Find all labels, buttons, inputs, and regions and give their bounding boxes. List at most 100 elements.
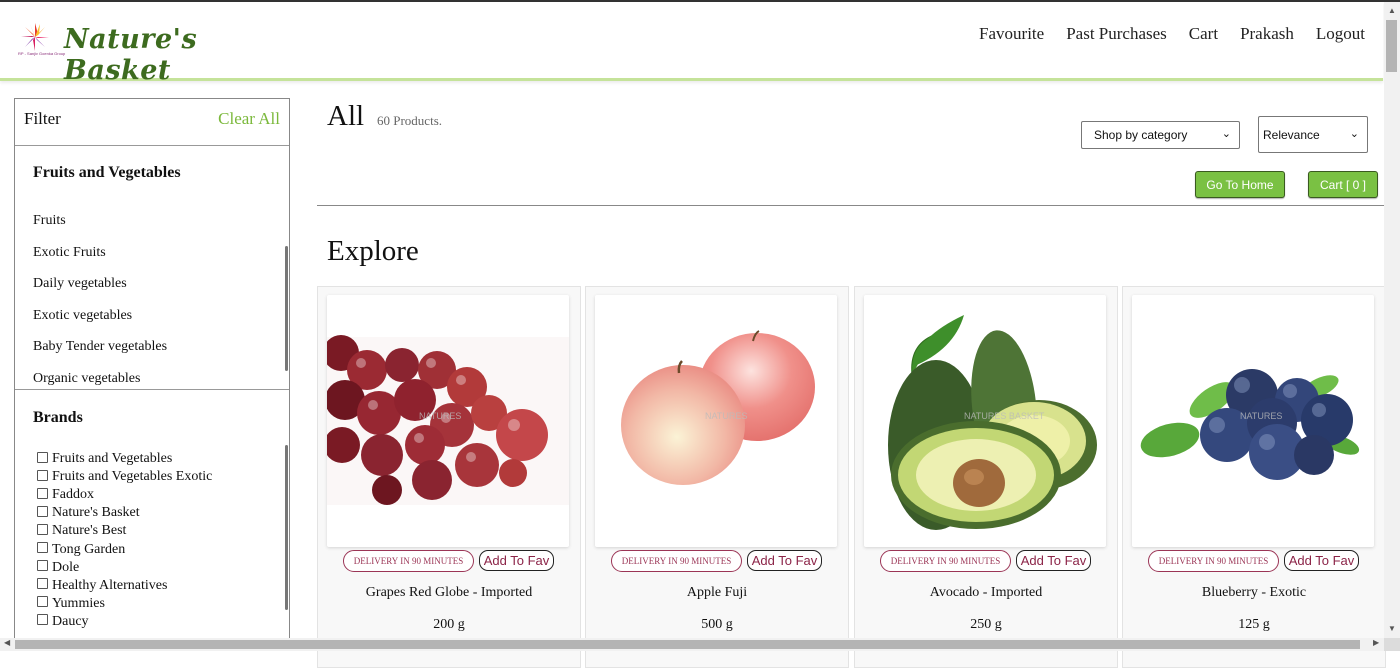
nav-logout[interactable]: Logout — [1316, 24, 1365, 44]
watermark: NATURES — [1240, 411, 1282, 421]
product-name[interactable]: Apple Fuji — [586, 585, 848, 601]
site-header: RP - Sanjiv Goenka Group Nature's Basket… — [0, 2, 1383, 86]
brand-scrollbar[interactable] — [285, 445, 288, 610]
avocado-image: NATURES BASKET — [888, 315, 1097, 530]
brand-checkbox-item[interactable]: Faddox — [37, 486, 212, 504]
checkbox[interactable] — [37, 451, 48, 463]
scroll-left-arrow-icon[interactable]: ◀ — [4, 638, 10, 647]
add-to-fav-button[interactable]: Add To Fav — [479, 550, 554, 571]
category-item-organic-vegetables[interactable]: Organic vegetables — [33, 371, 167, 390]
scroll-down-arrow-icon[interactable]: ▼ — [1388, 624, 1396, 633]
checkbox[interactable] — [37, 523, 48, 535]
checkbox[interactable] — [37, 614, 48, 626]
brand-checkbox-item[interactable]: Yummies — [37, 595, 212, 613]
brand-logo[interactable]: RP - Sanjiv Goenka Group Nature's Basket — [18, 22, 238, 86]
brand-checkbox-item[interactable]: Dole — [37, 559, 212, 577]
product-card[interactable]: NATURES BASKET DELIVERY IN 90 MINUTES Ad… — [854, 286, 1118, 668]
product-name[interactable]: Avocado - Imported — [855, 585, 1117, 601]
checkbox[interactable] — [37, 560, 48, 572]
vertical-scroll-thumb[interactable] — [1386, 20, 1397, 72]
brand-label: Faddox — [52, 487, 94, 503]
product-image[interactable]: NATURES BASKET — [864, 295, 1106, 547]
scroll-right-arrow-icon[interactable]: ▶ — [1373, 638, 1379, 647]
product-card[interactable]: NATURES DELIVERY IN 90 MINUTES Add To Fa… — [317, 286, 581, 668]
product-image[interactable]: NATURES — [1132, 295, 1374, 547]
category-list: Fruits Exotic Fruits Daily vegetables Ex… — [33, 213, 167, 390]
brand-checkbox-item[interactable]: Fruits and Vegetables Exotic — [37, 468, 212, 486]
product-name[interactable]: Blueberry - Exotic — [1123, 585, 1385, 601]
brand-checkbox-item[interactable]: Daucy — [37, 613, 212, 631]
checkbox[interactable] — [37, 487, 48, 499]
category-select[interactable]: Shop by category ⌄ — [1081, 121, 1240, 149]
nav-user-profile[interactable]: Prakash — [1240, 24, 1294, 44]
delivery-badge: DELIVERY IN 90 MINUTES — [611, 550, 742, 572]
category-scrollbar[interactable] — [285, 246, 288, 371]
delivery-badge: DELIVERY IN 90 MINUTES — [343, 550, 474, 572]
filter-sidebar: Filter Clear All Fruits and Vegetables F… — [14, 98, 290, 640]
logo-wordmark: Nature's Basket — [64, 24, 198, 86]
apple-image: NATURES — [621, 330, 815, 485]
checkbox[interactable] — [37, 469, 48, 481]
brand-checkbox-item[interactable]: Healthy Alternatives — [37, 577, 212, 595]
brand-label: Fruits and Vegetables — [52, 451, 173, 467]
add-to-fav-button[interactable]: Add To Fav — [747, 550, 822, 571]
product-image[interactable]: NATURES — [327, 295, 569, 547]
add-to-fav-button[interactable]: Add To Fav — [1016, 550, 1091, 571]
nav-favourite[interactable]: Favourite — [979, 24, 1044, 44]
product-weight: 125 g — [1238, 617, 1270, 632]
brand-checkbox-item[interactable]: Fruits and Vegetables — [37, 450, 212, 468]
category-item-exotic-vegetables[interactable]: Exotic vegetables — [33, 308, 167, 340]
page-title: All — [327, 100, 365, 132]
watermark: NATURES BASKET — [964, 411, 1045, 421]
delivery-badge: DELIVERY IN 90 MINUTES — [880, 550, 1011, 572]
checkbox[interactable] — [37, 542, 48, 554]
brand-label: Daucy — [52, 613, 89, 629]
brand-checkbox-item[interactable]: Nature's Basket — [37, 504, 212, 522]
brand-label: Fruits and Vegetables Exotic — [52, 469, 213, 485]
category-filter-section[interactable]: Fruits and Vegetables Fruits Exotic Frui… — [15, 146, 289, 390]
go-to-home-button[interactable]: Go To Home — [1195, 171, 1285, 198]
product-name[interactable]: Grapes Red Globe - Imported — [318, 585, 580, 601]
checkbox[interactable] — [37, 505, 48, 517]
brand-filter-section[interactable]: Brands Fruits and Vegetables Fruits and … — [15, 390, 289, 636]
top-nav: Favourite Past Purchases Cart Prakash Lo… — [979, 24, 1365, 44]
product-weight: 200 g — [433, 617, 465, 632]
blueberry-image: NATURES — [1140, 369, 1360, 480]
product-image[interactable]: NATURES — [595, 295, 837, 547]
checkbox[interactable] — [37, 578, 48, 590]
brand-label: Yummies — [52, 595, 105, 611]
horizontal-scrollbar[interactable]: ◀ ▶ — [0, 638, 1384, 651]
add-to-fav-button[interactable]: Add To Fav — [1284, 550, 1359, 571]
brand-label: Nature's Basket — [52, 505, 140, 521]
category-item-fruits[interactable]: Fruits — [33, 213, 167, 245]
sort-select[interactable]: Relevance ⌄ — [1258, 116, 1368, 153]
nav-past-purchases[interactable]: Past Purchases — [1066, 24, 1167, 44]
vertical-scrollbar[interactable]: ▲ ▼ — [1384, 2, 1400, 638]
category-item-exotic-fruits[interactable]: Exotic Fruits — [33, 245, 167, 277]
horizontal-scroll-thumb[interactable] — [15, 640, 1360, 649]
watermark: NATURES — [419, 411, 461, 421]
nav-cart[interactable]: Cart — [1189, 24, 1218, 44]
scrollbar-corner — [1384, 638, 1400, 651]
category-item-daily-vegetables[interactable]: Daily vegetables — [33, 276, 167, 308]
filter-header: Filter Clear All — [15, 99, 289, 146]
clear-all-button[interactable]: Clear All — [218, 109, 280, 129]
filter-title: Filter — [24, 109, 61, 128]
checkbox[interactable] — [37, 596, 48, 608]
cart-button[interactable]: Cart [ 0 ] — [1308, 171, 1378, 198]
chevron-down-icon: ⌄ — [1221, 128, 1231, 140]
brand-checkbox-item[interactable]: Tong Garden — [37, 540, 212, 558]
explore-heading: Explore — [327, 235, 419, 267]
brand-label: Healthy Alternatives — [52, 577, 168, 593]
product-card[interactable]: NATURES DELIVERY IN 90 MINUTES Add To Fa… — [1122, 286, 1386, 668]
product-card[interactable]: NATURES DELIVERY IN 90 MINUTES Add To Fa… — [585, 286, 849, 668]
scroll-up-arrow-icon[interactable]: ▲ — [1388, 6, 1396, 15]
category-item-baby-tender-vegetables[interactable]: Baby Tender vegetables — [33, 339, 167, 371]
category-select-value: Shop by category — [1094, 128, 1188, 142]
category-section-title: Fruits and Vegetables — [33, 164, 181, 181]
brand-label: Nature's Best — [52, 523, 127, 539]
logo-tagline: RP - Sanjiv Goenka Group — [18, 51, 66, 56]
grapes-image: NATURES — [327, 335, 569, 505]
brand-checkbox-item[interactable]: Nature's Best — [37, 522, 212, 540]
sort-select-value: Relevance — [1263, 128, 1320, 142]
